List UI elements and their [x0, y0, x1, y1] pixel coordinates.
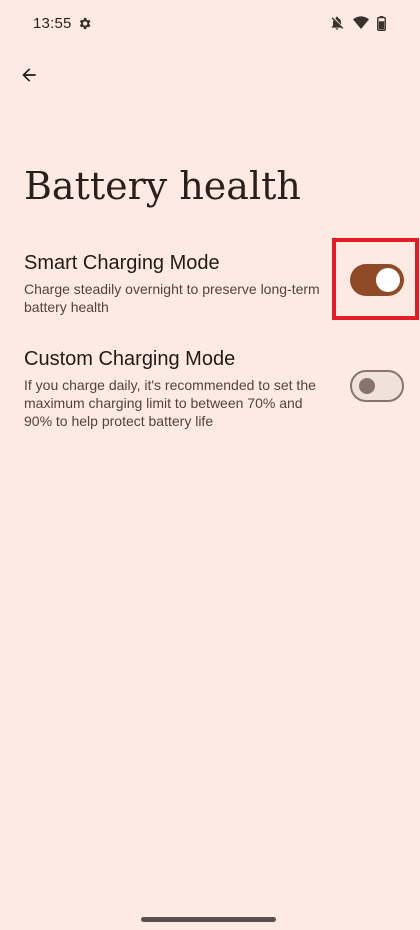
custom-charging-toggle[interactable]: [350, 370, 404, 402]
status-time: 13:55: [33, 15, 72, 32]
page-title: Battery health: [24, 164, 301, 208]
custom-charging-setting[interactable]: Custom Charging Mode If you charge daily…: [24, 346, 396, 434]
status-bar: 13:55: [0, 0, 420, 48]
settings-gear-icon: [77, 16, 92, 31]
battery-icon: [377, 15, 386, 36]
setting-description: Charge steadily overnight to preserve lo…: [24, 281, 320, 315]
back-button[interactable]: [12, 60, 46, 94]
gesture-bar[interactable]: [141, 917, 276, 922]
setting-title: Custom Charging Mode: [24, 348, 236, 370]
highlight-box: [332, 238, 419, 320]
mute-icon: [329, 15, 345, 36]
arrow-left-icon: [19, 65, 39, 90]
wifi-icon: [353, 16, 369, 35]
toggle-knob: [359, 378, 375, 394]
setting-description: If you charge daily, it's recommended to…: [24, 377, 316, 429]
